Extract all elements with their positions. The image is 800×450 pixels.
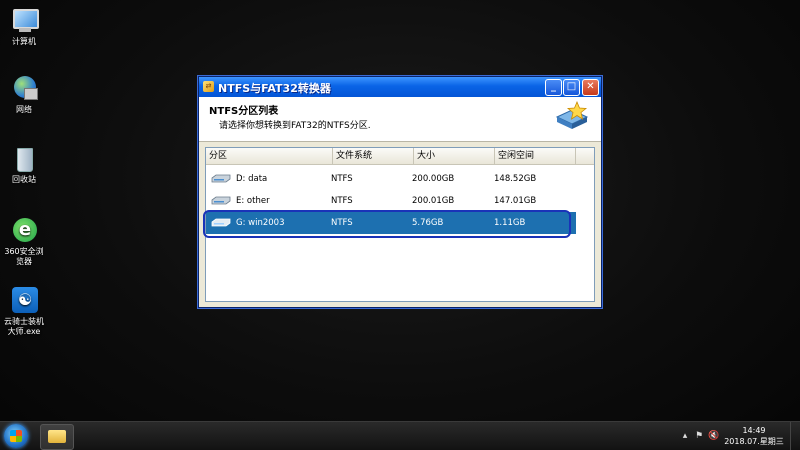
converter-window: ⇄ NTFS与FAT32转换器 _ □ ✕ NTFS分区列表 请选择你想转换到F… bbox=[198, 76, 602, 308]
tray-flag-icon[interactable]: ⚑ bbox=[694, 432, 704, 441]
column-header-partition[interactable]: 分区 bbox=[206, 148, 333, 164]
recycle-bin-icon bbox=[10, 144, 38, 172]
partition-free-space: 1.11GB bbox=[494, 218, 526, 228]
partition-row[interactable]: D: data NTFS 200.00GB 148.52GB bbox=[206, 168, 576, 190]
network-icon bbox=[10, 74, 38, 102]
window-title: NTFS与FAT32转换器 bbox=[218, 82, 331, 95]
maximize-icon: □ bbox=[566, 81, 577, 92]
partition-name: G: win2003 bbox=[236, 218, 285, 228]
browser-360-icon: e bbox=[10, 216, 38, 244]
desktop-icon-label: 计算机 bbox=[12, 37, 36, 46]
minimize-icon: _ bbox=[551, 81, 556, 92]
disk-drive-icon bbox=[211, 218, 231, 227]
desktop-icon-yunqishi[interactable]: ☯ 云骑士装机大师.exe bbox=[2, 286, 46, 337]
close-icon: ✕ bbox=[586, 81, 595, 92]
computer-icon bbox=[10, 6, 39, 34]
partition-name: D: data bbox=[236, 174, 268, 184]
taskbar: ▴ ⚑ 🔇 14:49 2018.07.星期三 bbox=[0, 421, 800, 450]
partition-row[interactable]: E: other NTFS 200.01GB 147.01GB bbox=[206, 190, 576, 212]
column-header-size[interactable]: 大小 bbox=[414, 148, 495, 164]
desktop-icon-computer[interactable]: 计算机 bbox=[2, 6, 46, 47]
partition-size: 200.01GB bbox=[412, 196, 455, 206]
show-desktop-button[interactable] bbox=[790, 422, 800, 450]
minimize-button[interactable]: _ bbox=[545, 79, 562, 96]
list-header: 分区 文件系统 大小 空闲空间 bbox=[206, 148, 594, 165]
partition-row-selected[interactable]: G: win2003 NTFS 5.76GB 1.11GB bbox=[203, 210, 576, 238]
disk-drive-icon bbox=[211, 196, 231, 205]
header-title: NTFS分区列表 bbox=[209, 106, 279, 117]
desktop-icon-360-browser[interactable]: e 360安全浏览器 bbox=[2, 216, 46, 267]
partition-name: E: other bbox=[236, 196, 270, 206]
convert-star-icon bbox=[555, 101, 589, 129]
window-titlebar[interactable]: ⇄ NTFS与FAT32转换器 _ □ ✕ bbox=[199, 77, 601, 97]
yunqishi-icon: ☯ bbox=[10, 286, 38, 314]
system-clock[interactable]: 14:49 2018.07.星期三 bbox=[724, 425, 784, 447]
start-button[interactable] bbox=[4, 424, 28, 448]
clock-time: 14:49 bbox=[742, 426, 766, 435]
header-subtitle: 请选择你想转换到FAT32的NTFS分区. bbox=[219, 121, 371, 131]
header-panel: NTFS分区列表 请选择你想转换到FAT32的NTFS分区. bbox=[199, 97, 601, 142]
disk-drive-icon bbox=[211, 174, 231, 183]
desktop-icon-label: 云骑士装机大师.exe bbox=[4, 317, 44, 336]
partition-filesystem: NTFS bbox=[331, 174, 353, 184]
desktop-icon-label: 网络 bbox=[16, 105, 32, 114]
partition-filesystem: NTFS bbox=[331, 218, 353, 228]
folder-icon bbox=[48, 430, 66, 443]
desktop-icon-label: 360安全浏览器 bbox=[4, 247, 44, 266]
close-button[interactable]: ✕ bbox=[582, 79, 599, 96]
tray-expand-icon[interactable]: ▴ bbox=[680, 432, 690, 441]
partition-size: 200.00GB bbox=[412, 174, 455, 184]
maximize-button[interactable]: □ bbox=[563, 79, 580, 96]
desktop-icon-label: 回收站 bbox=[12, 175, 36, 184]
partition-filesystem: NTFS bbox=[331, 196, 353, 206]
tray-volume-icon[interactable]: 🔇 bbox=[708, 432, 719, 441]
clock-date: 2018.07.星期三 bbox=[724, 437, 784, 446]
app-icon: ⇄ bbox=[203, 81, 214, 92]
desktop-icon-recycle-bin[interactable]: 回收站 bbox=[2, 144, 46, 185]
partition-size: 5.76GB bbox=[412, 218, 444, 228]
partition-free-space: 147.01GB bbox=[494, 196, 537, 206]
taskbar-explorer-button[interactable] bbox=[40, 424, 74, 450]
windows-logo-icon bbox=[10, 430, 22, 442]
partition-list: 分区 文件系统 大小 空闲空间 D: data NTFS 200.00GB 14… bbox=[203, 147, 595, 302]
partition-free-space: 148.52GB bbox=[494, 174, 537, 184]
column-header-free-space[interactable]: 空闲空间 bbox=[495, 148, 576, 164]
desktop-icon-network[interactable]: 网络 bbox=[2, 74, 46, 115]
column-header-filesystem[interactable]: 文件系统 bbox=[333, 148, 414, 164]
